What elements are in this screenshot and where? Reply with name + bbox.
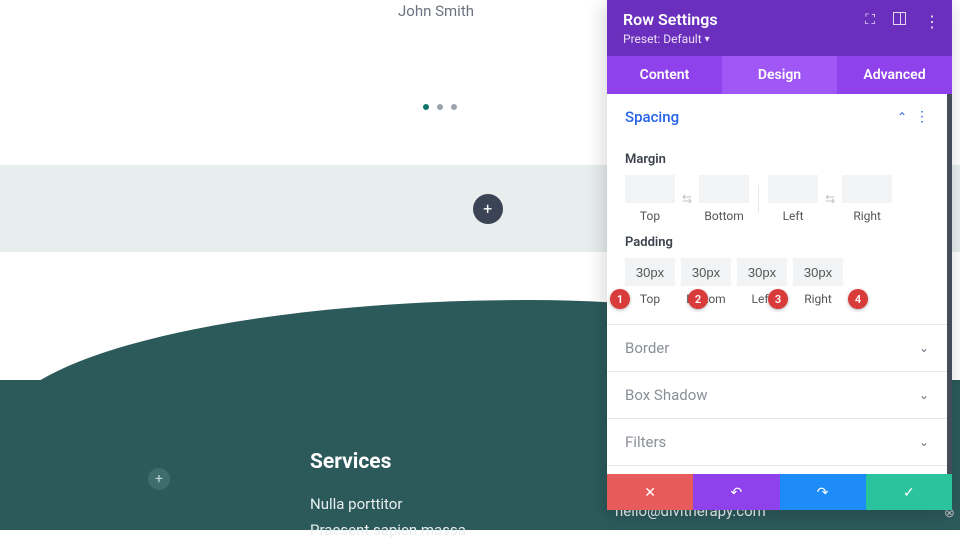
services-item-1[interactable]: Nulla porttitor: [310, 492, 466, 518]
label-bottom: Bottom: [704, 209, 743, 223]
padding-bottom-input[interactable]: [681, 258, 731, 286]
margin-left-input[interactable]: [768, 175, 818, 203]
spacing-title: Spacing: [625, 108, 679, 126]
panel-tabs: Content Design Advanced: [607, 56, 952, 94]
tab-content[interactable]: Content: [607, 56, 722, 94]
callout-3: 3: [768, 289, 788, 309]
label-top: Top: [640, 292, 660, 306]
margin-right-input[interactable]: [842, 175, 892, 203]
label-right: Right: [804, 292, 832, 306]
expand-icon[interactable]: ⛶: [865, 12, 875, 31]
section-box-shadow: Box Shadow ⌄: [607, 372, 947, 419]
label-right: Right: [853, 209, 881, 223]
panel-body[interactable]: Spacing ⌃ ⋮ Margin Top ⇆: [607, 94, 952, 474]
margin-label: Margin: [625, 152, 929, 167]
redo-button[interactable]: ↷: [780, 474, 866, 510]
callout-4: 4: [848, 289, 868, 309]
add-section-button[interactable]: +: [473, 194, 503, 224]
callout-2: 2: [688, 289, 708, 309]
undo-button[interactable]: ↶: [693, 474, 779, 510]
spacing-header[interactable]: Spacing ⌃ ⋮: [607, 94, 947, 140]
panel-header[interactable]: Row Settings Preset: Default ⛶: [607, 0, 952, 56]
chevron-down-icon[interactable]: ⌄: [919, 435, 929, 449]
columns-icon[interactable]: [893, 12, 906, 31]
padding-top-input[interactable]: [625, 258, 675, 286]
preset-dropdown[interactable]: Preset: Default: [623, 32, 936, 46]
more-icon[interactable]: [924, 12, 940, 31]
tab-design[interactable]: Design: [722, 56, 837, 94]
cancel-button[interactable]: ✕: [607, 474, 693, 510]
section-filters: Filters ⌄: [607, 419, 947, 466]
chevron-down-icon[interactable]: ⌄: [919, 388, 929, 402]
divider: [758, 185, 759, 213]
panel-footer: ✕ ↶ ↷ ✓: [607, 474, 952, 510]
row-settings-panel: Row Settings Preset: Default ⛶ Content D…: [607, 0, 952, 510]
margin-bottom-input[interactable]: [699, 175, 749, 203]
save-button[interactable]: ✓: [866, 474, 952, 510]
dot-1[interactable]: [423, 104, 429, 110]
services-block: Services Nulla porttitor Praesent sapien…: [310, 450, 466, 543]
dot-3[interactable]: [451, 104, 457, 110]
padding-label: Padding: [625, 235, 929, 250]
add-module-button[interactable]: +: [148, 468, 170, 490]
section-border: Border ⌄: [607, 325, 947, 372]
section-more-icon[interactable]: ⋮: [915, 109, 929, 125]
chevron-down-icon[interactable]: ⌄: [919, 341, 929, 355]
filters-header[interactable]: Filters ⌄: [607, 419, 947, 465]
tab-advanced[interactable]: Advanced: [837, 56, 952, 94]
link-icon[interactable]: ⇆: [681, 192, 693, 206]
carousel-dots[interactable]: [423, 104, 457, 110]
chevron-up-icon[interactable]: ⌃: [897, 110, 907, 124]
link-icon[interactable]: ⇆: [824, 192, 836, 206]
label-left: Left: [783, 209, 804, 223]
margin-inputs: Top ⇆ Bottom Left: [625, 175, 929, 223]
services-heading: Services: [310, 450, 466, 474]
box-shadow-title: Box Shadow: [625, 386, 708, 404]
border-header[interactable]: Border ⌄: [607, 325, 947, 371]
border-title: Border: [625, 339, 669, 357]
callout-1: 1: [610, 289, 630, 309]
author-name: John Smith: [398, 2, 474, 20]
services-item-2[interactable]: Praesent sapien massa: [310, 518, 466, 543]
margin-top-input[interactable]: [625, 175, 675, 203]
box-shadow-header[interactable]: Box Shadow ⌄: [607, 372, 947, 418]
padding-left-input[interactable]: [737, 258, 787, 286]
padding-right-input[interactable]: [793, 258, 843, 286]
label-top: Top: [640, 209, 660, 223]
filters-title: Filters: [625, 433, 666, 451]
dot-2[interactable]: [437, 104, 443, 110]
